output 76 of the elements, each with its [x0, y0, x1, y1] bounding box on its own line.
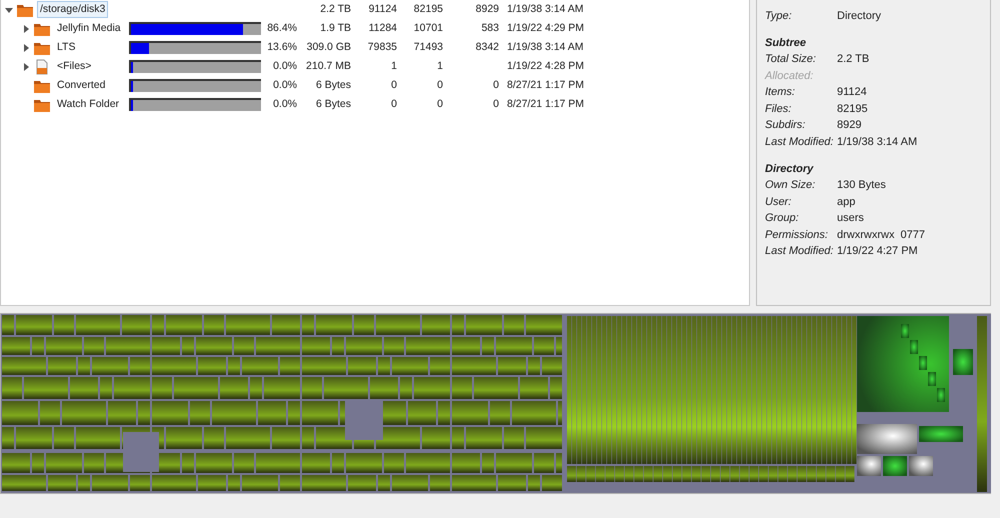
folder-icon	[34, 78, 50, 92]
folder-icon	[17, 2, 33, 16]
items-count: 11284	[368, 22, 397, 34]
detail-label: Items:	[765, 85, 796, 100]
modified-date: 8/27/21 1:17 PM	[506, 78, 584, 93]
section-title: Directory	[765, 162, 814, 177]
files-count: 10701	[414, 22, 443, 34]
tree-item-name[interactable]: /storage/disk3	[37, 0, 108, 18]
detail-value: users	[837, 211, 864, 226]
caret-icon[interactable]	[22, 24, 30, 32]
folder-icon	[34, 40, 50, 54]
size-text: 6 Bytes	[316, 78, 351, 91]
subdirs-count: 8929	[476, 2, 499, 15]
detail-label: Files:	[765, 102, 792, 116]
size-text: 309.0 GB	[306, 40, 351, 53]
detail-label: Allocated:	[765, 68, 814, 84]
percent-text: 86.4%	[267, 22, 297, 34]
folder-icon	[34, 98, 50, 112]
detail-value: 1/19/22 4:27 PM	[837, 244, 918, 259]
detail-label: Total Size:	[765, 52, 817, 67]
tree-item-name[interactable]: Converted	[54, 76, 108, 94]
items-count: 0	[391, 78, 397, 91]
folder-icon	[34, 22, 50, 36]
subdirs-count: 583	[481, 22, 499, 34]
caret-icon[interactable]	[22, 44, 30, 52]
subdirs-count: 0	[493, 98, 499, 110]
caret-icon[interactable]	[5, 6, 13, 14]
detail-label: Group:	[765, 211, 800, 226]
detail-label: Type:	[765, 8, 793, 24]
detail-value: 82195	[837, 102, 868, 116]
detail-value: Directory	[837, 8, 882, 24]
size-text: 1.9 TB	[320, 22, 351, 34]
detail-value: 130 Bytes	[837, 178, 886, 193]
modified-date: 1/19/22 4:29 PM	[506, 20, 584, 36]
items-count: 1	[391, 60, 397, 72]
detail-value: app	[837, 194, 856, 210]
tree-item-name[interactable]: Jellyfin Media	[54, 20, 124, 38]
detail-label: Last Modified:	[765, 244, 834, 259]
detail-label: Permissions:	[765, 228, 829, 242]
percent-text: 0.0%	[273, 98, 297, 110]
tree-item-name[interactable]: Watch Folder	[54, 96, 122, 114]
modified-date: 1/19/38 3:14 AM	[506, 40, 584, 55]
file-icon	[34, 58, 50, 74]
files-count: 71493	[414, 40, 443, 53]
size-text: 210.7 MB	[306, 60, 351, 72]
detail-value: 2.2 TB	[837, 52, 870, 67]
items-count: 79835	[368, 40, 397, 53]
files-count: 0	[437, 98, 443, 110]
items-count: 0	[391, 98, 397, 110]
percent-text: 0.0%	[273, 78, 297, 91]
detail-label: Subdirs:	[765, 118, 806, 133]
detail-value: drwxrwxrwx 0777	[837, 228, 926, 242]
detail-value: 91124	[837, 85, 867, 100]
modified-date: 1/19/38 3:14 AM	[506, 2, 584, 17]
treemap-drawing[interactable]	[1, 314, 991, 493]
modified-date: 8/27/21 1:17 PM	[506, 96, 584, 112]
subdirs-count: 0	[493, 78, 499, 91]
percent-text: 0.0%	[273, 60, 297, 72]
tree-item-name[interactable]: <Files>	[54, 58, 94, 76]
files-count: 82195	[414, 2, 443, 15]
detail-value: 1/19/38 3:14 AM	[837, 134, 918, 150]
items-count: 91124	[368, 2, 397, 15]
size-text: 6 Bytes	[316, 98, 351, 110]
section-title: Subtree	[765, 36, 807, 51]
files-count: 1	[437, 60, 443, 72]
detail-label: Own Size:	[765, 178, 816, 193]
subdirs-count: 8342	[476, 40, 499, 53]
detail-label: Last Modified:	[765, 134, 834, 150]
files-count: 0	[437, 78, 443, 91]
modified-date: 1/19/22 4:28 PM	[506, 58, 584, 74]
percent-text: 13.6%	[267, 40, 297, 53]
caret-icon[interactable]	[22, 62, 30, 70]
detail-label: User:	[765, 194, 792, 210]
tree-item-name[interactable]: LTS	[54, 38, 78, 56]
size-text: 2.2 TB	[320, 2, 351, 15]
detail-value: 8929	[837, 118, 862, 133]
